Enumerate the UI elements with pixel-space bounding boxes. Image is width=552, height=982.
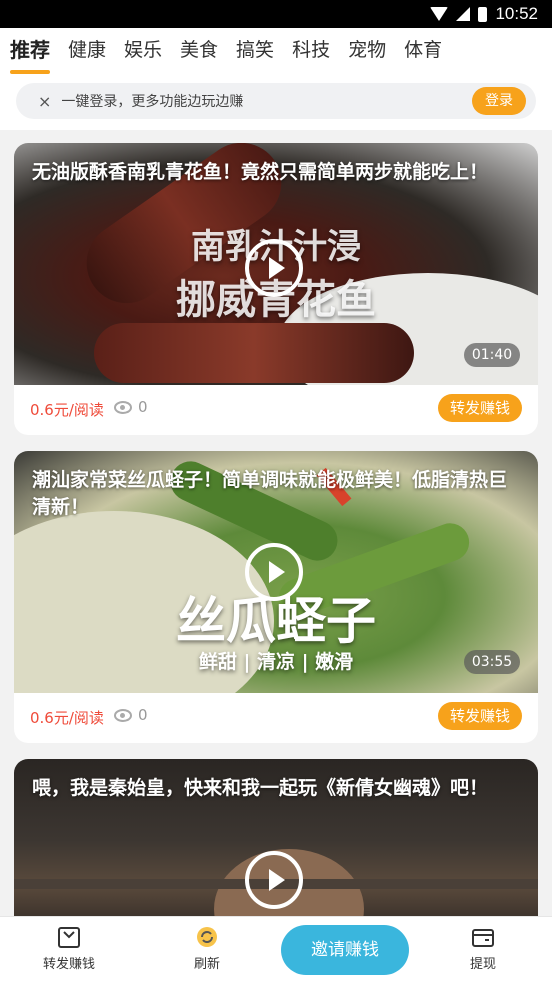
- eye-icon: [114, 401, 132, 414]
- login-banner: × 一键登录，更多功能边玩边赚 登录: [16, 83, 536, 119]
- tab-sports[interactable]: 体育: [404, 28, 442, 74]
- wallet-icon: [472, 929, 494, 947]
- nav-withdraw[interactable]: 提现: [443, 925, 523, 972]
- bottom-nav: 转发赚钱 刷新 邀请赚钱 提现: [0, 916, 552, 982]
- video-title: 喂，我是秦始皇，快来和我一起玩《新倩女幽魂》吧！: [32, 777, 489, 799]
- video-overlay-text: 鲜甜 | 清凉 | 嫩滑: [198, 651, 354, 673]
- nav-share-label: 转发赚钱: [42, 957, 95, 972]
- refresh-icon: [197, 927, 217, 947]
- play-icon[interactable]: [245, 239, 303, 297]
- share-earn-button[interactable]: 转发赚钱: [438, 702, 522, 730]
- wifi-icon: [430, 7, 449, 21]
- video-title: 无油版酥香南乳青花鱼！竟然只需简单两步就能吃上！: [32, 161, 489, 183]
- close-icon[interactable]: ×: [38, 92, 51, 111]
- signal-icon: [456, 7, 471, 21]
- share-box-icon: [58, 927, 80, 948]
- invite-earn-button[interactable]: 邀请赚钱: [281, 925, 409, 975]
- video-duration: 01:40: [464, 343, 520, 367]
- video-title: 潮汕家常菜丝瓜蛏子！简单调味就能极鲜美！低脂清热巨清新！: [32, 469, 508, 518]
- video-card[interactable]: 潮汕家常菜丝瓜蛏子！简单调味就能极鲜美！低脂清热巨清新！ 丝瓜蛏子 鲜甜 | 清…: [14, 451, 538, 743]
- card-meta: 0.6元/阅读 0 转发赚钱: [14, 385, 538, 435]
- play-icon[interactable]: [245, 543, 303, 601]
- category-tabs: 推荐 健康 娱乐 美食 搞笑 科技 宠物 体育: [0, 28, 552, 74]
- tab-tech[interactable]: 科技: [292, 28, 330, 74]
- eye-icon: [114, 709, 132, 722]
- nav-refresh[interactable]: 刷新: [167, 925, 247, 972]
- play-icon[interactable]: [245, 851, 303, 909]
- view-count: 0: [138, 398, 148, 416]
- video-thumbnail[interactable]: 无油版酥香南乳青花鱼！竟然只需简单两步就能吃上！ 南乳汁汁浸 挪威青花鱼 01:…: [14, 143, 538, 385]
- video-duration: 03:55: [464, 650, 520, 674]
- reward-rate: 0.6元/阅读: [30, 401, 104, 419]
- video-thumbnail[interactable]: 喂，我是秦始皇，快来和我一起玩《新倩女幽魂》吧！: [14, 759, 538, 939]
- nav-share-earn[interactable]: 转发赚钱: [29, 925, 109, 972]
- login-prompt-text: 一键登录，更多功能边玩边赚: [61, 94, 244, 110]
- login-banner-area: × 一键登录，更多功能边玩边赚 登录: [0, 74, 552, 130]
- tab-entertainment[interactable]: 娱乐: [124, 28, 162, 74]
- view-count: 0: [138, 706, 148, 724]
- tab-food[interactable]: 美食: [180, 28, 218, 74]
- video-card[interactable]: 喂，我是秦始皇，快来和我一起玩《新倩女幽魂》吧！: [14, 759, 538, 939]
- share-earn-button[interactable]: 转发赚钱: [438, 394, 522, 422]
- status-time: 10:52: [495, 4, 538, 23]
- tab-pets[interactable]: 宠物: [348, 28, 386, 74]
- nav-withdraw-label: 提现: [469, 957, 496, 972]
- reward-rate: 0.6元/阅读: [30, 709, 104, 727]
- battery-icon: [478, 6, 488, 22]
- login-button[interactable]: 登录: [472, 87, 526, 115]
- video-card[interactable]: 无油版酥香南乳青花鱼！竟然只需简单两步就能吃上！ 南乳汁汁浸 挪威青花鱼 01:…: [14, 143, 538, 435]
- tab-health[interactable]: 健康: [68, 28, 106, 74]
- tab-recommend[interactable]: 推荐: [10, 28, 50, 74]
- tab-funny[interactable]: 搞笑: [236, 28, 274, 74]
- nav-refresh-label: 刷新: [193, 957, 220, 972]
- status-bar: 10:52: [0, 0, 552, 28]
- card-meta: 0.6元/阅读 0 转发赚钱: [14, 693, 538, 743]
- video-thumbnail[interactable]: 潮汕家常菜丝瓜蛏子！简单调味就能极鲜美！低脂清热巨清新！ 丝瓜蛏子 鲜甜 | 清…: [14, 451, 538, 693]
